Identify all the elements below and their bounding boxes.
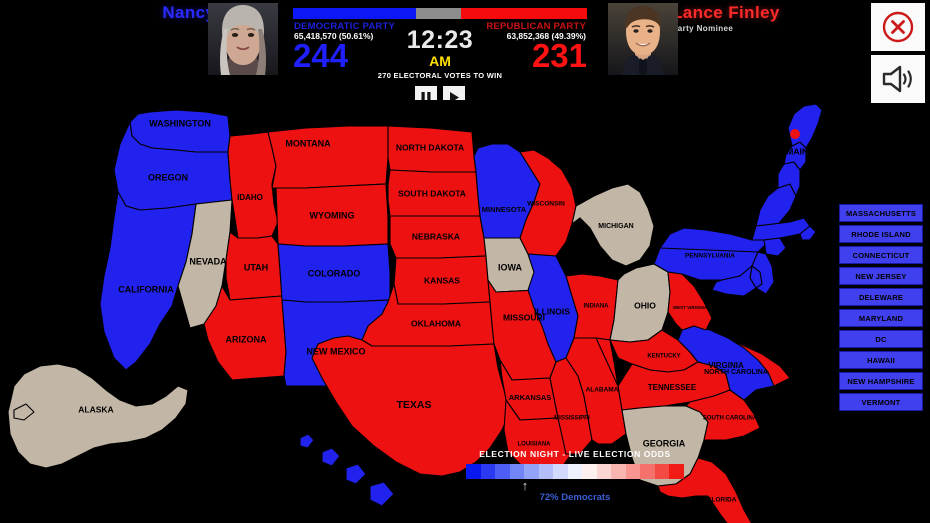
left-candidate-avatar (208, 3, 278, 75)
state-label-wv: WEST VIRGINIA (673, 305, 708, 310)
legend-stop-1 (480, 464, 496, 479)
vote-share-bar (293, 8, 587, 19)
state-label-sc: SOUTH CAROLINA (703, 416, 758, 422)
right-candidate-subtitle: Party Nominee (672, 24, 734, 33)
state-button-connecticut[interactable]: CONNECTICUT (839, 246, 923, 264)
vote-share-bar-dem (293, 8, 417, 19)
state-label-pa: PENNSYLVANIA (685, 253, 735, 260)
state-button-deleware[interactable]: DELEWARE (839, 288, 923, 306)
clock-time: 12:23 (406, 26, 474, 54)
election-night-app: Nancy Walker Party Nominee (0, 0, 930, 523)
state-label-ak: ALASKA (78, 404, 113, 414)
legend-stop-12 (640, 464, 655, 479)
state-button-dc[interactable]: DC (839, 330, 923, 348)
state-label-ut: UTAH (244, 262, 268, 272)
legend-stop-2 (495, 464, 510, 479)
state-label-nv: NEVADA (189, 256, 227, 266)
legend-stop-13 (654, 464, 670, 479)
right-candidate-avatar (608, 3, 678, 75)
state-label-ar: ARKANSAS (509, 393, 552, 402)
small-state-button-list: MASSACHUSETTS RHODE ISLAND CONNECTICUT NEW … (839, 204, 923, 411)
state-label-ok: OKLAHOMA (411, 318, 461, 328)
state-label-oh: OHIO (634, 300, 656, 310)
state-label-co: COLORADO (308, 268, 361, 278)
legend-stop-0 (466, 464, 481, 479)
state-button-new-hampshire[interactable]: NEW HAMPSHIRE (839, 372, 923, 390)
state-label-al: ALABAMA (586, 387, 619, 394)
state-button-vermont[interactable]: VERMONT (839, 393, 923, 411)
legend-stop-7 (567, 464, 583, 479)
scoreboard: DEMOCRATIC PARTY REPUBLICAN PARTY 65,418… (293, 8, 587, 108)
legend-pointer-arrow: ↑ (521, 478, 529, 493)
state-label-id: IDAHO (237, 193, 263, 202)
legend-stop-9 (596, 464, 612, 479)
legend-stop-10 (611, 464, 626, 479)
maine-district-marker (790, 129, 800, 139)
state-button-massachusetts[interactable]: MASSACHUSETTS (839, 204, 923, 222)
electoral-votes-to-win-note: 270 ELECTORAL VOTES TO WIN (377, 71, 503, 80)
close-icon (882, 11, 914, 43)
state-id[interactable] (227, 131, 279, 239)
legend-stop-4 (524, 464, 539, 479)
state-label-wa: WASHINGTON (149, 118, 211, 128)
state-label-ne: NEBRASKA (412, 231, 460, 241)
state-label-wi: WISCONSIN (527, 201, 565, 208)
state-label-mn: MINNESOTA (482, 205, 527, 214)
vote-share-bar-undecided (416, 8, 461, 19)
state-label-ga: GEORGIA (643, 438, 686, 448)
state-label-in: INDIANA (584, 304, 610, 310)
state-label-mt: MONTANA (285, 138, 331, 148)
right-candidate-name: Lance Finley (672, 3, 780, 22)
state-button-rhode-island[interactable]: RHODE ISLAND (839, 225, 923, 243)
legend-stop-8 (582, 464, 597, 479)
vote-share-bar-rep (460, 8, 587, 19)
speaker-icon (882, 65, 912, 93)
state-label-sd: SOUTH DAKOTA (398, 188, 466, 198)
state-label-or: OREGON (148, 172, 188, 182)
state-button-new-jersey[interactable]: NEW JERSEY (839, 267, 923, 285)
state-button-maryland[interactable]: MARYLAND (839, 309, 923, 327)
legend-stop-6 (553, 464, 568, 479)
state-label-va: VIRGINIA (708, 361, 744, 370)
legend-pointer: ↑ (463, 479, 687, 492)
us-election-map[interactable]: WASHINGTON OREGON CALIFORNIA NEVADA IDAHO MON… (0, 100, 840, 523)
state-label-la: LOUISIANA (518, 442, 552, 448)
state-label-az: ARIZONA (226, 334, 267, 344)
state-label-ks: KANSAS (424, 275, 460, 285)
right-candidate-block: Lance Finley Party Nominee (672, 3, 872, 34)
state-label-ms: MISSISSIPPI (554, 416, 590, 422)
state-label-wy: WYOMING (310, 210, 355, 220)
state-label-ny: NEW YORK (707, 198, 754, 208)
sound-button[interactable] (871, 55, 925, 103)
election-odds-legend: ELECTION NIGHT - LIVE ELECTION ODDS ↑ 72… (463, 449, 687, 503)
us-map-svg: WASHINGTON OREGON CALIFORNIA NEVADA IDAHO MON… (0, 100, 840, 523)
state-label-ia: IOWA (498, 262, 522, 272)
legend-stop-11 (625, 464, 641, 479)
state-label-ky: KENTUCKY (647, 354, 680, 360)
state-label-nm: NEW MEXICO (306, 346, 365, 356)
state-button-hawaii[interactable]: HAWAII (839, 351, 923, 369)
legend-value: 72% Democrats (539, 492, 611, 503)
close-button[interactable] (871, 3, 925, 51)
state-label-tn: TENNESSEE (648, 383, 697, 392)
state-label-il: ILLINOIS (534, 306, 570, 316)
legend-title: ELECTION NIGHT - LIVE ELECTION ODDS (479, 449, 671, 459)
legend-stop-14 (669, 464, 684, 479)
state-label-me: MAINE (786, 146, 814, 156)
state-label-ca: CALIFORNIA (118, 284, 174, 294)
header-bar: Nancy Walker Party Nominee (0, 0, 930, 110)
state-label-mi: MICHIGAN (598, 223, 633, 230)
state-label-nd: NORTH DAKOTA (396, 142, 464, 152)
state-label-tx: TEXAS (396, 399, 431, 411)
clock: 12:23 AM 270 ELECTORAL VOTES TO WIN (293, 27, 587, 80)
legend-stop-5 (538, 464, 554, 479)
state-label-fl: FLORIDA (708, 497, 737, 504)
legend-gradient-bar (466, 464, 684, 479)
clock-ampm: AM (429, 53, 451, 69)
legend-stop-3 (509, 464, 525, 479)
